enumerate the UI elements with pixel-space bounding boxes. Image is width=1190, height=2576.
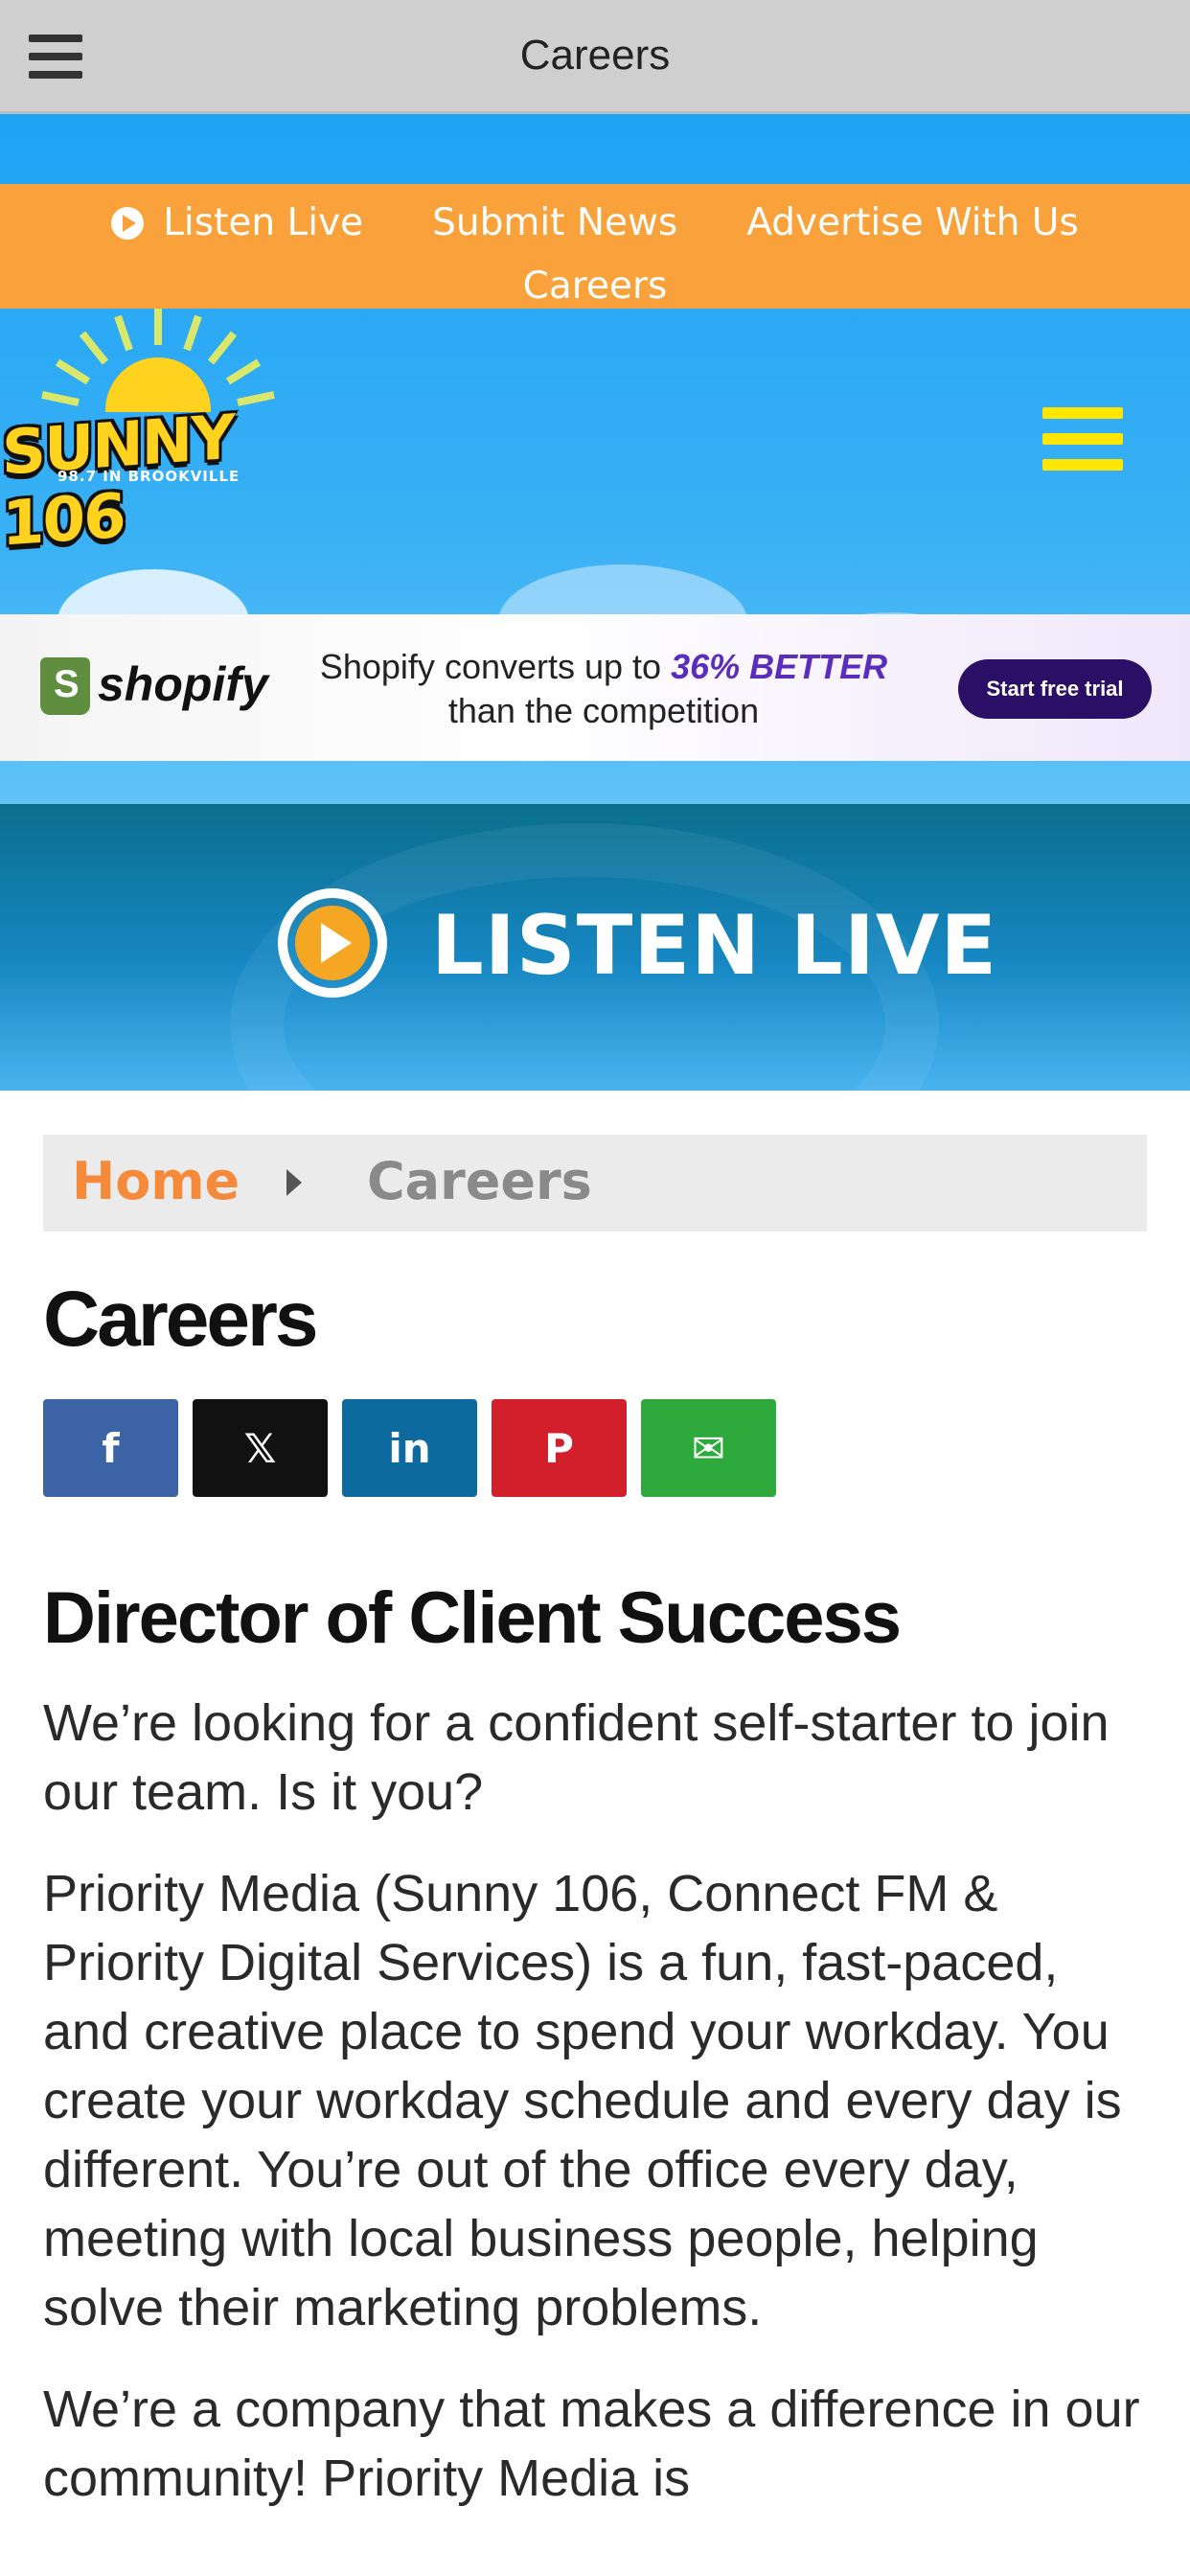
- top-nav: Listen Live Submit News Advertise With U…: [0, 184, 1190, 309]
- station-logo[interactable]: SUNNY 106 98.7 IN BROOKVILLE: [0, 307, 321, 561]
- site-menu-icon[interactable]: [1042, 407, 1123, 476]
- share-bar: f 𝕏 in P ✉: [43, 1399, 776, 1497]
- share-linkedin-button[interactable]: in: [342, 1399, 477, 1497]
- nav-careers[interactable]: Careers: [523, 264, 668, 308]
- app-bar: Careers: [0, 0, 1190, 114]
- job-title: Director of Client Success: [43, 1577, 902, 1659]
- shopify-bag-icon: [40, 657, 90, 715]
- ad-cta-button[interactable]: Start free trial: [958, 659, 1152, 719]
- listen-live-banner[interactable]: LISTEN LIVE: [0, 804, 1190, 1091]
- play-circle-icon: [278, 888, 387, 998]
- linkedin-icon: in: [388, 1424, 431, 1472]
- sun-rays-icon: [41, 309, 275, 412]
- ad-banner[interactable]: shopify Shopify converts up to 36% BETTE…: [0, 614, 1190, 761]
- menu-icon[interactable]: [29, 34, 82, 79]
- play-icon: [111, 206, 145, 240]
- nav-submit-news[interactable]: Submit News: [432, 201, 677, 244]
- share-email-button[interactable]: ✉: [641, 1399, 776, 1497]
- facebook-icon: f: [102, 1424, 120, 1472]
- ad-brand: shopify: [98, 657, 268, 711]
- breadcrumb: Home Careers: [43, 1135, 1147, 1231]
- ad-copy: Shopify converts up to 36% BETTER than t…: [319, 647, 888, 730]
- nav-advertise[interactable]: Advertise With Us: [746, 201, 1079, 244]
- x-icon: 𝕏: [243, 1424, 277, 1472]
- logo-tagline: 98.7 IN BROOKVILLE: [57, 468, 240, 485]
- paragraph: Priority Media (Sunny 106, Connect FM & …: [43, 1865, 1122, 2336]
- share-pinterest-button[interactable]: P: [492, 1399, 627, 1497]
- listen-live-label: LISTEN LIVE: [431, 898, 998, 994]
- share-facebook-button[interactable]: f: [43, 1399, 178, 1497]
- app-bar-title: Careers: [519, 32, 671, 79]
- chevron-right-icon: [286, 1169, 302, 1196]
- paragraph: We’re a company that makes a difference …: [43, 2380, 1140, 2507]
- article-body: We’re looking for a confident self-start…: [43, 1689, 1155, 2545]
- email-icon: ✉: [691, 1424, 726, 1472]
- nav-listen-live[interactable]: Listen Live: [111, 201, 363, 244]
- breadcrumb-current: Careers: [367, 1151, 592, 1211]
- breadcrumb-home[interactable]: Home: [72, 1151, 240, 1211]
- page-title: Careers: [43, 1276, 318, 1363]
- pinterest-icon: P: [544, 1424, 574, 1472]
- paragraph: We’re looking for a confident self-start…: [43, 1694, 1110, 1821]
- share-x-button[interactable]: 𝕏: [193, 1399, 328, 1497]
